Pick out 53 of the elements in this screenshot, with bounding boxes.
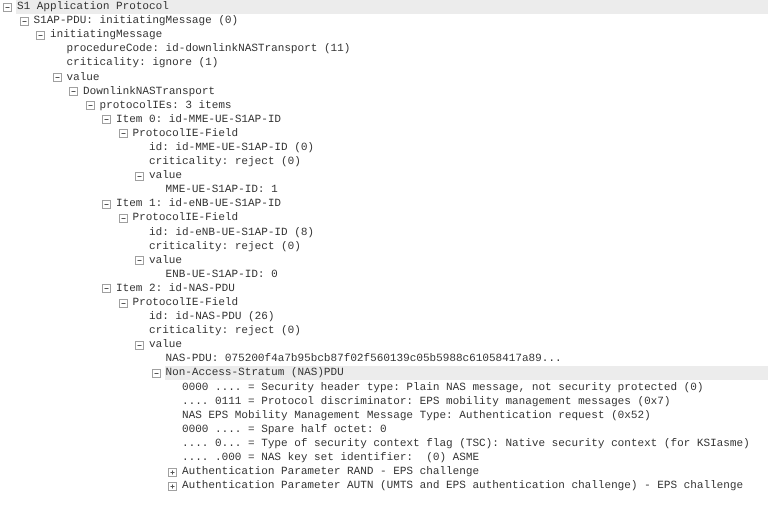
tree-toggle-icon[interactable] xyxy=(135,256,144,266)
tree-item[interactable]: value xyxy=(148,169,182,184)
tree-item[interactable]: id: id-NAS-PDU (26) xyxy=(148,310,274,324)
tree-item[interactable]: ProtocolIE-Field xyxy=(132,126,238,141)
tree-item[interactable]: value xyxy=(148,254,182,268)
tree-item[interactable]: Item 2: id-NAS-PDU xyxy=(115,282,235,296)
tree-toggle-icon[interactable] xyxy=(118,129,128,138)
tree-item[interactable]: ProtocolIE-Field xyxy=(132,211,238,226)
tree-item[interactable]: .... 0111 = Protocol discriminator: EPS mobility management messages (0x7) xyxy=(181,394,670,409)
tree-item[interactable]: NAS EPS Mobility Management Message Type: Authentication request (0x52) xyxy=(181,408,651,423)
tree-item[interactable]: value xyxy=(148,338,182,352)
tree-item[interactable]: value xyxy=(66,70,100,85)
tree-toggle-icon[interactable] xyxy=(102,284,111,294)
tree-toggle-icon[interactable] xyxy=(135,340,144,350)
tree-item[interactable]: id: id-eNB-UE-S1AP-ID (8) xyxy=(148,226,314,240)
tree-item[interactable]: criticality: reject (0) xyxy=(148,240,301,254)
tree-item[interactable]: criticality: reject (0) xyxy=(148,155,301,170)
tree-item[interactable]: DownlinkNASTransport xyxy=(82,84,216,99)
tree-item[interactable]: criticality: reject (0) xyxy=(148,324,301,338)
tree-item[interactable]: ProtocolIE-Field xyxy=(132,296,238,310)
tree-item[interactable]: protocolIEs: 3 items xyxy=(98,98,232,113)
tree-item[interactable]: ENB-UE-S1AP-ID: 0 xyxy=(164,268,278,282)
tree-item[interactable]: id: id-MME-UE-S1AP-ID (0) xyxy=(148,140,314,155)
tree-item[interactable]: .... 0... = Type of security context flag (TSC): Native security context (for KSIasme) xyxy=(181,436,750,451)
tree-toggle-icon[interactable] xyxy=(152,368,160,378)
tree-item[interactable]: 0000 .... = Security header type: Plain NAS message, not security protected (0) xyxy=(181,380,704,395)
tree-item[interactable]: Non-Access-Stratum (NAS)PDU xyxy=(164,366,768,380)
tree-item[interactable]: S1 Application Protocol xyxy=(16,0,768,14)
tree-toggle-icon[interactable] xyxy=(135,172,144,181)
tree-item[interactable]: MME-UE-S1AP-ID: 1 xyxy=(164,183,278,198)
tree-item[interactable]: Authentication Parameter AUTN (UMTS and EPS authentication challenge) - EPS challenge xyxy=(181,479,744,494)
tree-item[interactable]: Item 1: id-eNB-UE-S1AP-ID xyxy=(115,197,282,212)
tree-item[interactable]: S1AP-PDU: initiatingMessage (0) xyxy=(32,14,238,28)
tree-toggle-icon[interactable] xyxy=(168,482,177,491)
tree-item[interactable]: initiatingMessage xyxy=(49,28,162,42)
tree-toggle-icon[interactable] xyxy=(118,214,128,223)
tree-item[interactable]: NAS-PDU: 075200f4a7b95bcb87f02f560139c05b5988c61058417a89... xyxy=(164,352,562,366)
tree-toggle-icon[interactable] xyxy=(36,30,45,40)
tree-item[interactable]: criticality: ignore (1) xyxy=(66,56,218,70)
tree-toggle-icon[interactable] xyxy=(168,468,177,477)
tree-item[interactable]: 0000 .... = Spare half octet: 0 xyxy=(181,422,387,437)
tree-item[interactable]: Item 0: id-MME-UE-S1AP-ID xyxy=(115,112,282,127)
tree-toggle-icon[interactable] xyxy=(102,115,111,124)
tree-toggle-icon[interactable] xyxy=(52,73,62,82)
tree-toggle-icon[interactable] xyxy=(3,2,12,12)
tree-toggle-icon[interactable] xyxy=(86,101,94,110)
tree-item[interactable]: procedureCode: id-downlinkNASTransport (11) xyxy=(66,42,350,56)
tree-item[interactable]: .... .000 = NAS key set identifier: (0) ASME xyxy=(181,451,480,466)
tree-toggle-icon[interactable] xyxy=(118,298,128,308)
tree-toggle-icon[interactable] xyxy=(20,16,28,26)
tree-toggle-icon[interactable] xyxy=(102,200,111,209)
tree-toggle-icon[interactable] xyxy=(69,87,78,96)
tree-item[interactable]: Authentication Parameter RAND - EPS challenge xyxy=(181,465,480,480)
